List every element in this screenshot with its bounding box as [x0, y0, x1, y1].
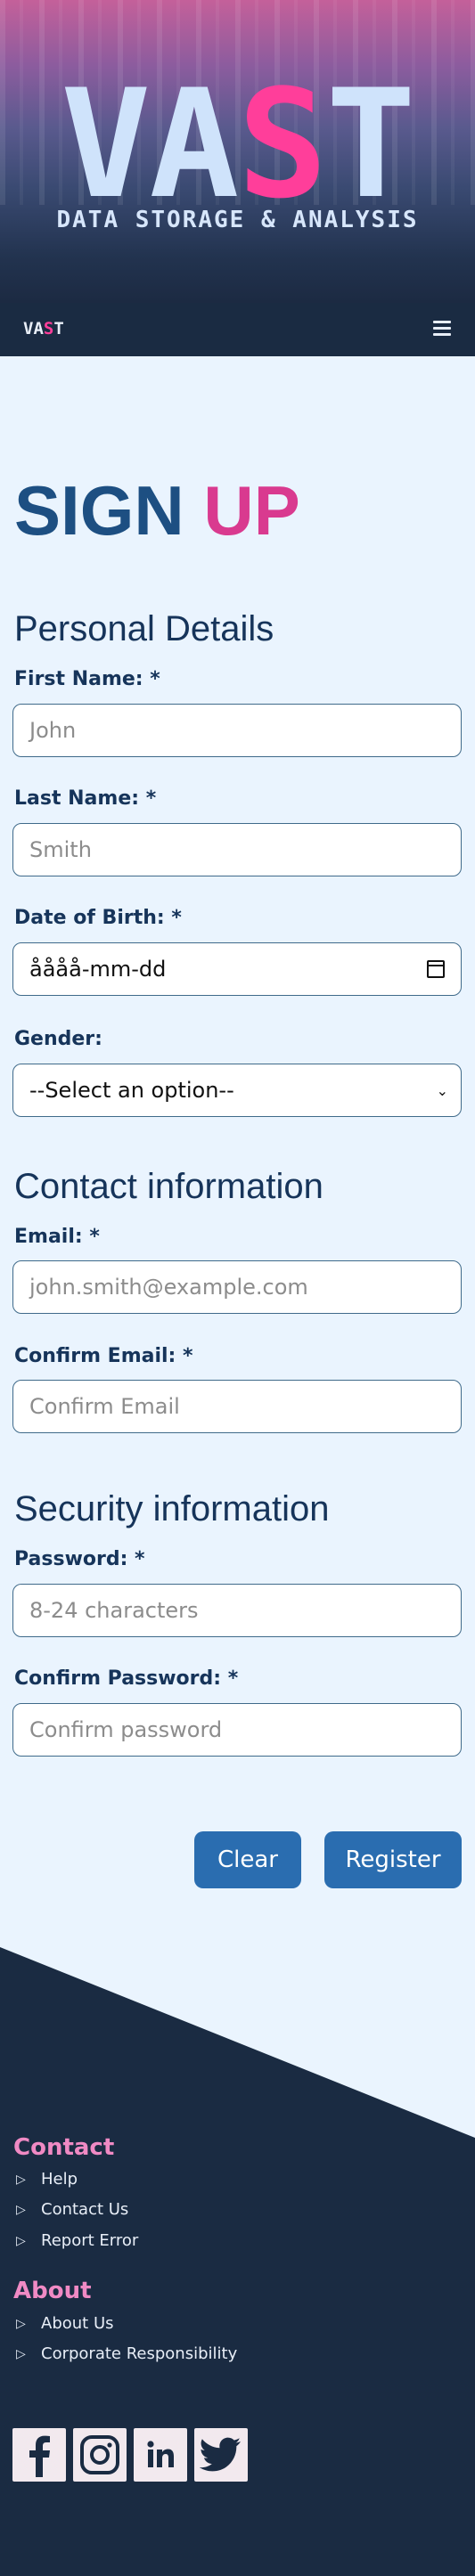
triangle-right-icon: ▷ — [16, 2316, 26, 2331]
gender-label: Gender: — [14, 1028, 102, 1050]
first-name-field[interactable]: John — [12, 704, 462, 757]
banner-tagline: DATA STORAGE & ANALYSIS — [56, 207, 419, 233]
calendar-icon[interactable] — [427, 960, 445, 978]
footer-link-help[interactable]: ▷ Help — [16, 2170, 78, 2189]
footer-link-contact-us[interactable]: ▷ Contact Us — [16, 2200, 128, 2219]
dob-label: Date of Birth: * — [14, 907, 182, 929]
triangle-right-icon: ▷ — [16, 2202, 26, 2217]
footer-link-corporate-responsibility[interactable]: ▷ Corporate Responsibility — [16, 2344, 237, 2363]
hero-banner: VAST DATA STORAGE & ANALYSIS — [0, 0, 475, 303]
contact-information-heading: Contact information — [14, 1167, 323, 1206]
footer-contact-heading: Contact — [13, 2134, 115, 2161]
password-label: Password: * — [14, 1548, 145, 1570]
email-field[interactable]: john.smith@example.com — [12, 1260, 462, 1314]
security-information-heading: Security information — [14, 1489, 330, 1528]
first-name-label: First Name: * — [14, 668, 160, 690]
twitter-icon[interactable] — [194, 2428, 248, 2482]
page-title: SIGN UP — [14, 471, 300, 550]
confirm-password-label: Confirm Password: * — [14, 1667, 239, 1690]
footer-link-about-us[interactable]: ▷ About Us — [16, 2314, 114, 2333]
confirm-email-field[interactable]: Confirm Email — [12, 1380, 462, 1433]
last-name-field[interactable]: Smith — [12, 823, 462, 876]
confirm-email-label: Confirm Email: * — [14, 1345, 193, 1367]
footer-about-heading: About — [13, 2278, 92, 2304]
nav-logo[interactable]: VAST — [23, 319, 64, 338]
footer-link-report-error[interactable]: ▷ Report Error — [16, 2231, 138, 2250]
chevron-down-icon: ⌄ — [436, 1082, 448, 1099]
last-name-label: Last Name: * — [14, 787, 157, 810]
nav-bar: VAST — [0, 303, 475, 356]
triangle-right-icon: ▷ — [16, 2172, 26, 2187]
confirm-password-field[interactable]: Confirm password — [12, 1703, 462, 1757]
dob-field[interactable]: åååå-mm-dd — [12, 942, 462, 996]
hamburger-icon[interactable] — [433, 321, 451, 337]
linkedin-icon[interactable] — [134, 2428, 187, 2482]
email-label: Email: * — [14, 1226, 100, 1248]
footer — [0, 1947, 475, 2576]
instagram-icon[interactable] — [73, 2428, 127, 2482]
facebook-icon[interactable] — [12, 2428, 66, 2482]
personal-details-heading: Personal Details — [14, 609, 274, 648]
gender-select[interactable]: --Select an option-- ⌄ — [12, 1064, 462, 1117]
password-field[interactable]: 8-24 characters — [12, 1584, 462, 1637]
clear-button[interactable]: Clear — [194, 1831, 301, 1888]
register-button[interactable]: Register — [324, 1831, 462, 1888]
triangle-right-icon: ▷ — [16, 2346, 26, 2361]
triangle-right-icon: ▷ — [16, 2233, 26, 2248]
banner-logo: VAST — [61, 57, 416, 232]
